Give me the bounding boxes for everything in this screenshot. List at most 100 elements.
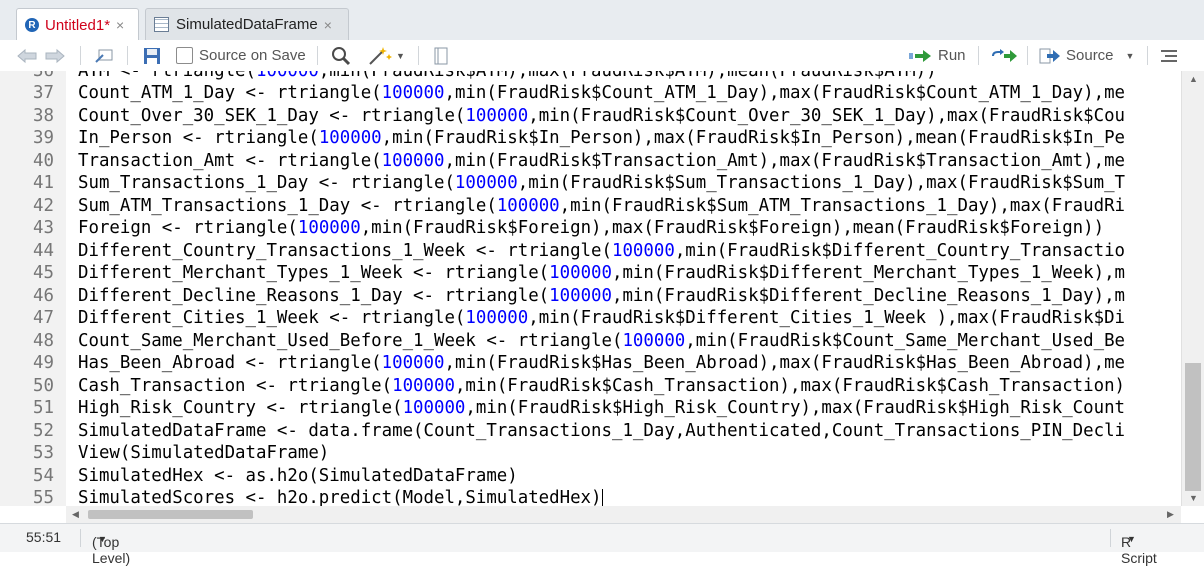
horizontal-scroll-thumb[interactable] (88, 510, 253, 519)
editor-toolbar: Source on Save ▼ Run Source ▼ (0, 40, 1204, 72)
close-icon[interactable]: × (116, 17, 124, 33)
toolbar-divider (317, 46, 318, 65)
outline-icon (1161, 49, 1177, 62)
dataframe-icon (154, 17, 169, 32)
line-number: 43 (33, 218, 54, 238)
scroll-right-icon[interactable]: ▶ (1167, 509, 1174, 520)
code-line[interactable]: Sum_Transactions_1_Day <- rtriangle(1000… (78, 172, 1125, 195)
chevron-down-icon: ▼ (396, 50, 405, 61)
line-number: 51 (33, 398, 54, 418)
compile-report-button[interactable] (433, 40, 449, 71)
run-arrow-icon (909, 49, 931, 62)
status-divider (1110, 529, 1111, 547)
chevron-down-icon: ▼ (1125, 50, 1135, 61)
run-button[interactable]: Run (909, 40, 966, 71)
scroll-down-icon[interactable]: ▼ (1189, 493, 1198, 503)
document-outline-button[interactable] (1160, 40, 1178, 71)
source-button[interactable]: Source ▼ (1039, 40, 1134, 71)
rerun-button[interactable] (990, 40, 1018, 71)
code-line[interactable]: SimulatedHex <- as.h2o(SimulatedDataFram… (78, 465, 518, 488)
source-on-save-label: Source on Save (199, 47, 306, 64)
scroll-left-icon[interactable]: ◀ (72, 509, 79, 520)
code-line[interactable]: Transaction_Amt <- rtriangle(100000,min(… (78, 150, 1125, 173)
code-line[interactable]: View(SimulatedDataFrame) (78, 442, 329, 465)
line-number: 36 (0, 71, 54, 82)
toolbar-divider (418, 46, 419, 65)
line-number: 41 (33, 173, 54, 193)
vertical-scroll-thumb[interactable] (1185, 363, 1201, 491)
save-icon (144, 47, 160, 64)
horizontal-scrollbar[interactable]: ◀ ▶ (66, 506, 1181, 523)
code-editor[interactable]: 36 ATM <- rtriangle(100000,min(FraudRisk$… (0, 71, 1181, 506)
run-label: Run (938, 47, 966, 64)
chevron-down-icon: ▼ (98, 534, 107, 544)
code-line[interactable]: Sum_ATM_Transactions_1_Day <- rtriangle(… (78, 195, 1125, 218)
code-line[interactable]: Different_Cities_1_Week <- rtriangle(100… (78, 307, 1125, 330)
vertical-scrollbar[interactable]: ▲ ▼ (1181, 71, 1204, 506)
code-line[interactable]: Different_Decline_Reasons_1_Day <- rtria… (78, 285, 1125, 308)
show-in-window-icon (95, 49, 113, 63)
source-on-save-checkbox-group[interactable]: Source on Save (176, 40, 306, 71)
line-number: 50 (33, 375, 54, 396)
scroll-up-icon[interactable]: ▲ (1189, 74, 1198, 84)
line-number: 44 (33, 240, 54, 261)
toolbar-divider (80, 46, 81, 65)
r-file-icon: R (25, 18, 39, 32)
code-line[interactable]: Count_ATM_1_Day <- rtriangle(100000,min(… (78, 82, 1125, 105)
line-number: 40 (33, 150, 54, 171)
line-number: 53 (33, 443, 54, 463)
rerun-icon (992, 48, 1017, 62)
tab-label: SimulatedDataFrame (176, 16, 318, 33)
line-number: 55 (33, 488, 54, 506)
status-divider (80, 529, 81, 547)
line-number: 48 (33, 330, 54, 351)
forward-button[interactable] (44, 40, 66, 71)
text-cursor (601, 489, 603, 506)
search-icon (332, 46, 351, 65)
tab-bar: R Untitled1* × SimulatedDataFrame × (0, 0, 1204, 41)
code-line[interactable]: Cash_Transaction <- rtriangle(100000,min… (78, 375, 1125, 398)
line-number: 37 (33, 83, 54, 103)
line-number: 45 (33, 263, 54, 283)
code-line[interactable]: Has_Been_Abroad <- rtriangle(100000,min(… (78, 352, 1125, 375)
line-number: 54 (33, 465, 54, 486)
find-button[interactable] (331, 40, 351, 71)
tab-untitled1[interactable]: R Untitled1* × (16, 8, 139, 41)
toolbar-divider (978, 46, 979, 65)
toolbar-divider (1027, 46, 1028, 65)
code-line[interactable]: Count_Over_30_SEK_1_Day <- rtriangle(100… (78, 105, 1125, 128)
toolbar-divider (127, 46, 128, 65)
code-line[interactable]: Count_Same_Merchant_Used_Before_1_Week <… (78, 330, 1125, 353)
code-line[interactable]: Different_Merchant_Types_1_Week <- rtria… (78, 262, 1125, 285)
toolbar-divider (1147, 46, 1148, 65)
line-number: 38 (33, 105, 54, 126)
line-number: 39 (33, 128, 54, 148)
code-line[interactable]: High_Risk_Country <- rtriangle(100000,mi… (78, 397, 1125, 420)
code-tools-button[interactable]: ▼ (368, 40, 405, 71)
status-bar: 55:51 (Top Level) ▼ R Script ▼ (0, 523, 1204, 566)
code-line[interactable]: In_Person <- rtriangle(100000,min(FraudR… (78, 127, 1125, 150)
back-arrow-icon (17, 48, 37, 63)
code-line[interactable]: SimulatedScores <- h2o.predict(Model,Sim… (78, 487, 603, 506)
source-on-save-checkbox[interactable] (176, 47, 193, 64)
cursor-position: 55:51 (26, 529, 62, 545)
chevron-down-icon: ▼ (1127, 534, 1136, 544)
show-in-window-button[interactable] (94, 40, 114, 71)
line-number: 47 (33, 308, 54, 328)
tab-label: Untitled1* (45, 16, 111, 34)
code-line[interactable]: SimulatedDataFrame <- data.frame(Count_T… (78, 420, 1125, 443)
line-number: 52 (33, 420, 54, 441)
back-button[interactable] (16, 40, 38, 71)
code-line[interactable]: ATM <- rtriangle(100000,min(FraudRisk$AT… (78, 71, 937, 82)
line-number: 46 (33, 285, 54, 306)
code-line[interactable]: Different_Country_Transactions_1_Week <-… (78, 240, 1125, 263)
close-icon[interactable]: × (324, 17, 332, 33)
forward-arrow-icon (45, 48, 65, 63)
tab-simulated-data-frame[interactable]: SimulatedDataFrame × (145, 8, 349, 40)
notebook-icon (434, 47, 448, 64)
code-line[interactable]: Foreign <- rtriangle(100000,min(FraudRis… (78, 217, 1104, 240)
source-label: Source (1066, 47, 1114, 64)
save-button[interactable] (143, 40, 161, 71)
line-number: 42 (33, 195, 54, 216)
source-icon (1039, 48, 1060, 63)
